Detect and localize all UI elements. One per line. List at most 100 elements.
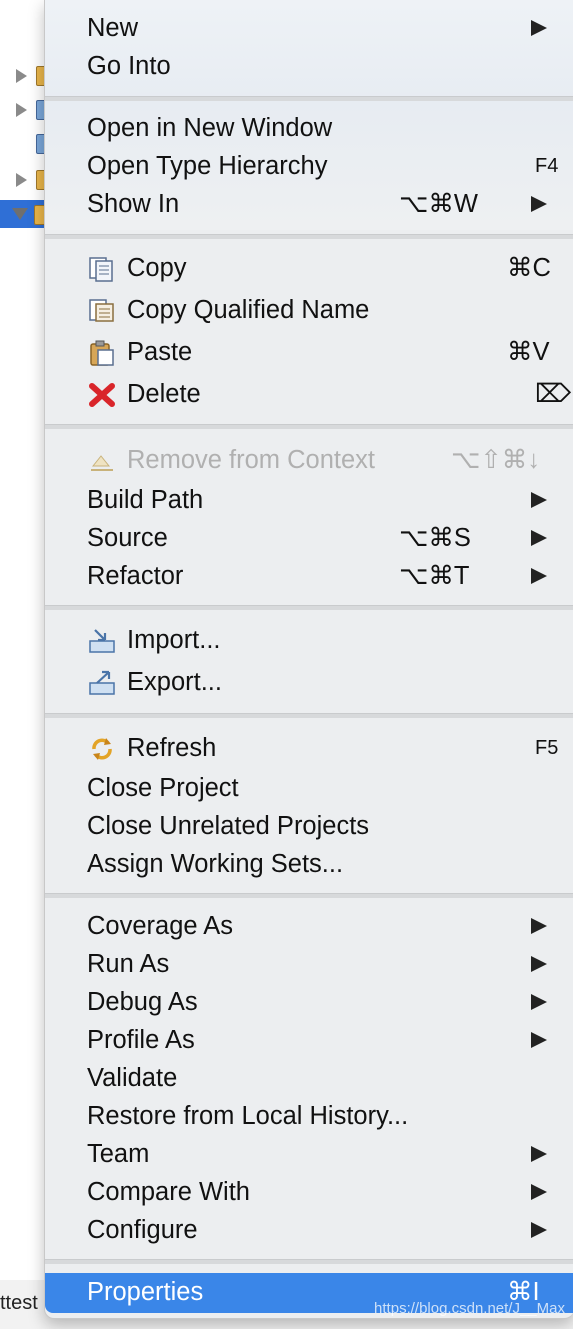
menu-item-restore-from-local-history[interactable]: Restore from Local History... — [45, 1097, 573, 1135]
context-menu: New Go Into Open in New Window Open Type… — [44, 0, 573, 1319]
menu-item-shortcut: ⌥⇧⌘↓ — [451, 446, 541, 474]
menu-item-shortcut: ⌘V — [507, 338, 550, 366]
menu-item-label: Restore from Local History... — [87, 1102, 409, 1130]
menu-item-refactor[interactable]: Refactor ⌥⌘T — [45, 557, 573, 595]
menu-separator — [45, 1259, 573, 1264]
menu-item-coverage-as[interactable]: Coverage As — [45, 907, 573, 945]
selected-tree-row[interactable] — [0, 200, 50, 228]
menu-item-label: Open Type Hierarchy — [87, 152, 328, 180]
menu-item-copy[interactable]: Copy ⌘C — [45, 249, 573, 287]
refresh-icon — [92, 738, 112, 760]
menu-item-open-type-hierarchy[interactable]: Open Type Hierarchy F4 — [45, 147, 573, 185]
menu-item-refresh[interactable]: Refresh F5 — [45, 729, 573, 767]
menu-item-paste[interactable]: Paste ⌘V — [45, 333, 573, 371]
menu-item-label: Team — [87, 1140, 150, 1168]
menu-item-shortcut: F5 — [535, 737, 559, 759]
expand-arrow-icon[interactable] — [16, 173, 27, 187]
delete-icon — [89, 383, 115, 407]
copy-qualified-name-icon — [89, 299, 114, 322]
menu-item-close-unrelated-projects[interactable]: Close Unrelated Projects — [45, 807, 573, 845]
menu-item-source[interactable]: Source ⌥⌘S — [45, 519, 573, 557]
menu-item-shortcut: ⌥⌘T — [399, 562, 470, 590]
menu-item-label: Go Into — [87, 52, 171, 80]
menu-item-shortcut: F4 — [535, 155, 559, 177]
menu-item-copy-qualified-name[interactable]: Copy Qualified Name — [45, 291, 573, 329]
copy-icon — [89, 257, 113, 282]
menu-item-compare-with[interactable]: Compare With — [45, 1173, 573, 1211]
expand-arrow-icon[interactable] — [16, 69, 27, 83]
menu-separator — [45, 424, 573, 429]
menu-item-validate[interactable]: Validate — [45, 1059, 573, 1097]
menu-item-label: Assign Working Sets... — [87, 850, 344, 878]
menu-item-label: Coverage As — [87, 912, 234, 940]
menu-item-shortcut: ⌦ — [535, 380, 572, 408]
menu-item-label: Refresh — [127, 734, 217, 762]
menu-item-label: Validate — [87, 1064, 178, 1092]
submenu-arrow-icon — [531, 196, 547, 212]
menu-item-open-in-new-window[interactable]: Open in New Window — [45, 109, 573, 147]
remove-context-icon — [91, 455, 113, 471]
menu-item-label: Export... — [127, 668, 222, 696]
menu-item-delete[interactable]: Delete ⌦ — [45, 375, 573, 413]
menu-item-label: Profile As — [87, 1026, 195, 1054]
menu-item-import[interactable]: Import... — [45, 621, 573, 659]
collapse-arrow-icon[interactable] — [12, 208, 28, 220]
menu-item-debug-as[interactable]: Debug As — [45, 983, 573, 1021]
menu-item-label: Refactor — [87, 562, 184, 590]
menu-item-remove-from-context: Remove from Context ⌥⇧⌘↓ — [45, 441, 573, 479]
menu-separator — [45, 605, 573, 610]
menu-item-shortcut: ⌥⌘S — [399, 524, 471, 552]
export-icon — [89, 670, 115, 695]
menu-item-team[interactable]: Team — [45, 1135, 573, 1173]
menu-separator — [45, 713, 573, 718]
menu-item-label: Open in New Window — [87, 114, 333, 142]
submenu-arrow-icon — [531, 994, 547, 1010]
submenu-arrow-icon — [531, 956, 547, 972]
submenu-arrow-icon — [531, 1184, 547, 1200]
menu-item-export[interactable]: Export... — [45, 663, 573, 701]
submenu-arrow-icon — [531, 20, 547, 36]
menu-item-label: Source — [87, 524, 168, 552]
menu-item-shortcut: ⌘C — [507, 254, 551, 282]
menu-item-run-as[interactable]: Run As — [45, 945, 573, 983]
menu-item-show-in[interactable]: Show In ⌥⌘W — [45, 185, 573, 223]
menu-item-label: Copy — [127, 254, 187, 282]
menu-item-label: Build Path — [87, 486, 204, 514]
submenu-arrow-icon — [531, 568, 547, 584]
submenu-arrow-icon — [531, 1032, 547, 1048]
menu-item-label: New — [87, 14, 139, 42]
submenu-arrow-icon — [531, 918, 547, 934]
paste-icon — [90, 340, 114, 366]
menu-item-label: Delete — [127, 380, 201, 408]
submenu-arrow-icon — [531, 530, 547, 546]
menu-item-go-into[interactable]: Go Into — [45, 47, 573, 85]
menu-item-label: Properties — [87, 1278, 204, 1306]
menu-separator — [45, 893, 573, 898]
watermark: https://blog.csdn.net/J__Max — [374, 1300, 565, 1317]
expand-arrow-icon[interactable] — [16, 103, 27, 117]
menu-item-close-project[interactable]: Close Project — [45, 769, 573, 807]
menu-item-label: Debug As — [87, 988, 198, 1016]
menu-item-label: Compare With — [87, 1178, 250, 1206]
menu-item-label: Import... — [127, 626, 221, 654]
menu-separator — [45, 96, 573, 101]
menu-item-label: Remove from Context — [127, 446, 376, 474]
menu-item-profile-as[interactable]: Profile As — [45, 1021, 573, 1059]
menu-item-build-path[interactable]: Build Path — [45, 481, 573, 519]
menu-item-shortcut: ⌥⌘W — [399, 190, 478, 218]
menu-item-configure[interactable]: Configure — [45, 1211, 573, 1249]
menu-item-label: Configure — [87, 1216, 198, 1244]
menu-item-label: Show In — [87, 190, 180, 218]
menu-item-label: Copy Qualified Name — [127, 296, 370, 324]
menu-separator — [45, 234, 573, 239]
menu-item-assign-working-sets[interactable]: Assign Working Sets... — [45, 845, 573, 883]
submenu-arrow-icon — [531, 492, 547, 508]
import-icon — [89, 629, 115, 653]
tree-item-label: ttest — [0, 1292, 38, 1314]
menu-item-new[interactable]: New — [45, 9, 573, 47]
submenu-arrow-icon — [531, 1222, 547, 1238]
menu-item-label: Close Unrelated Projects — [87, 812, 370, 840]
menu-item-label: Paste — [127, 338, 193, 366]
submenu-arrow-icon — [531, 1146, 547, 1162]
menu-item-label: Close Project — [87, 774, 239, 802]
